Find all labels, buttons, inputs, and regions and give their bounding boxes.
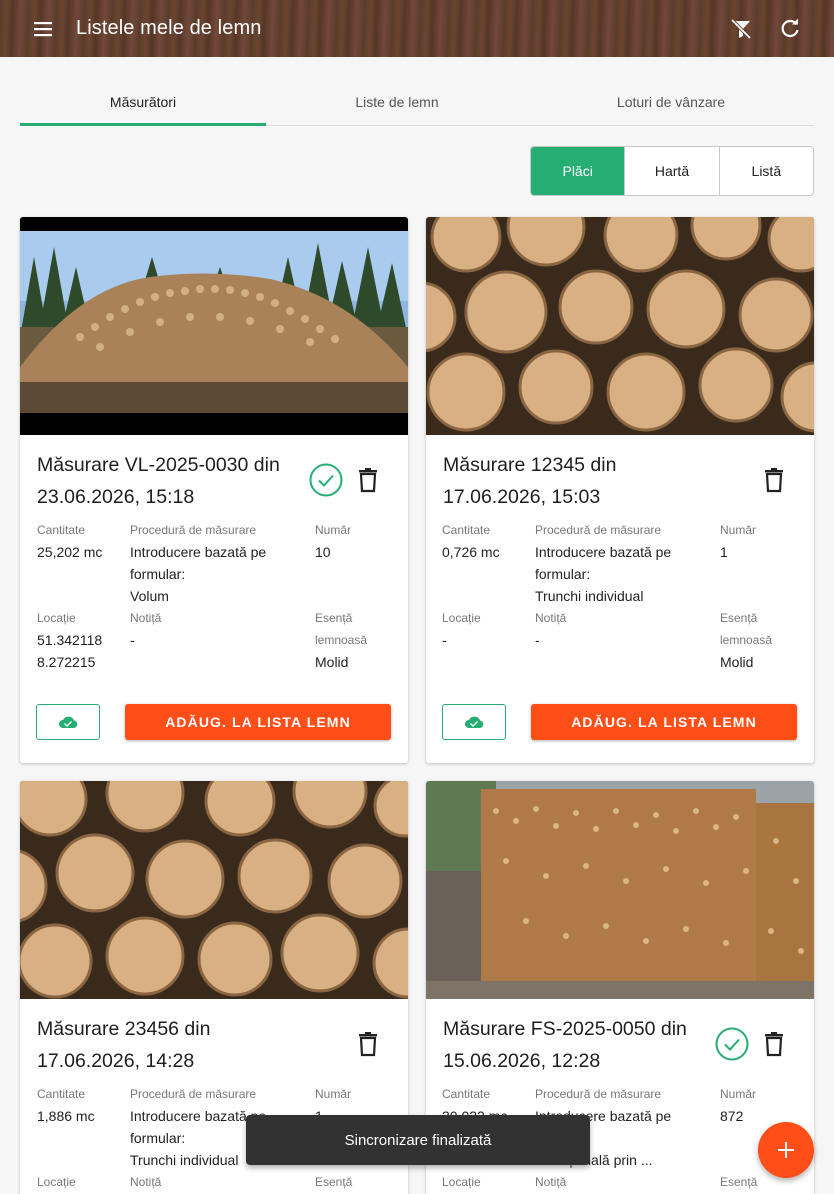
- measurement-title: Măsurare 23456 din 17.06.2026, 14:28: [37, 1018, 211, 1072]
- refresh-icon[interactable]: [777, 16, 803, 42]
- delete-icon[interactable]: [356, 467, 380, 493]
- procedure-value-line: formular:: [535, 566, 591, 582]
- location-label: Locație: [37, 611, 76, 625]
- quantity-value: 0,726 mc: [442, 544, 500, 560]
- quantity-label: Cantitate: [37, 1087, 86, 1101]
- cloud-done-icon: [465, 716, 484, 728]
- wood-pile-photo: [20, 217, 408, 435]
- location-value-line: 51.342118: [37, 632, 103, 648]
- add-to-wood-list-button[interactable]: ADĂUG. LA LISTA LEMN: [531, 704, 797, 740]
- quantity-label: Cantitate: [37, 523, 86, 537]
- procedure-value-line: Introducere bazată pe: [130, 544, 267, 560]
- quantity-label: Cantitate: [442, 523, 491, 537]
- note-label: Notiță: [130, 1175, 162, 1189]
- note-label: Notiță: [535, 611, 567, 625]
- location-label: Locație: [442, 1175, 481, 1189]
- synced-check-icon: [715, 1027, 749, 1061]
- delete-icon[interactable]: [356, 1031, 380, 1057]
- species-label: lemnoasă: [315, 633, 368, 647]
- tab-bar: Măsurători Liste de lemn Loturi de vânza…: [20, 78, 814, 126]
- note-label: Notiță: [130, 611, 162, 625]
- add-measurement-button[interactable]: [758, 1122, 814, 1178]
- quantity-label: Cantitate: [442, 1087, 491, 1101]
- procedure-value-line: formular:: [130, 1130, 186, 1146]
- location-label: Locație: [442, 611, 481, 625]
- view-list-button[interactable]: Listă: [718, 147, 813, 195]
- logs-closeup-photo: [20, 781, 408, 999]
- species-value: Molid: [315, 654, 349, 670]
- number-value: 1: [720, 544, 728, 560]
- tab-sales-lots[interactable]: Loturi de vânzare: [528, 78, 814, 125]
- location-label: Locație: [37, 1175, 76, 1189]
- location-value-line: -: [442, 632, 447, 648]
- snackbar: Sincronizare finalizată: [246, 1115, 590, 1165]
- measurement-title: Măsurare 12345 din 17.06.2026, 15:03: [443, 454, 617, 508]
- procedure-label: Procedură de măsurare: [535, 1087, 662, 1101]
- number-label: Număr: [315, 1087, 352, 1101]
- menu-icon[interactable]: [32, 18, 56, 40]
- filter-off-icon[interactable]: [728, 16, 754, 42]
- species-label: Esență: [315, 1175, 353, 1189]
- tab-wood-lists[interactable]: Liste de lemn: [266, 78, 528, 125]
- logs-closeup-photo: [426, 217, 814, 435]
- species-label: Esență: [720, 1175, 758, 1189]
- measurement-card[interactable]: Măsurare 12345 din 17.06.2026, 15:03 Can…: [426, 217, 814, 763]
- view-toggle: Plăci Hartă Listă: [530, 146, 814, 196]
- delete-icon[interactable]: [762, 467, 786, 493]
- number-label: Număr: [720, 1087, 757, 1101]
- note-value: -: [130, 632, 135, 648]
- measurement-card[interactable]: Măsurare VL-2025-0030 din 23.06.2026, 15…: [20, 217, 408, 763]
- number-value: 872: [720, 1108, 744, 1124]
- wood-stack-photo: [426, 781, 814, 999]
- view-map-button[interactable]: Hartă: [624, 147, 718, 195]
- delete-icon[interactable]: [762, 1031, 786, 1057]
- add-to-wood-list-button[interactable]: ADĂUG. LA LISTA LEMN: [125, 704, 391, 740]
- number-label: Număr: [315, 523, 352, 537]
- note-label: Notiță: [535, 1175, 567, 1189]
- quantity-value: 25,202 mc: [37, 544, 103, 560]
- quantity-value: 1,886 mc: [37, 1108, 95, 1124]
- view-tiles-button[interactable]: Plăci: [531, 147, 625, 195]
- measurement-title: Măsurare FS-2025-0050 din 15.06.2026, 12…: [443, 1018, 687, 1072]
- procedure-value-line: formular:: [130, 566, 186, 582]
- location-value-line: 8.272215: [37, 654, 96, 670]
- procedure-value-line: Trunchi individual: [130, 1152, 239, 1168]
- tab-measurements[interactable]: Măsurători: [20, 78, 266, 126]
- app-title: Listele mele de lemn: [76, 17, 262, 39]
- note-value: -: [535, 632, 540, 648]
- synced-check-icon: [309, 463, 343, 497]
- procedure-label: Procedură de măsurare: [130, 1087, 257, 1101]
- procedure-value-line: Introducere bazată pe: [535, 544, 672, 560]
- plus-icon: [778, 1142, 794, 1158]
- number-value: 10: [315, 544, 331, 560]
- cloud-done-icon: [59, 716, 78, 728]
- procedure-label: Procedură de măsurare: [535, 523, 662, 537]
- measurement-title: Măsurare VL-2025-0030 din 23.06.2026, 15…: [37, 454, 280, 508]
- procedure-label: Procedură de măsurare: [130, 523, 257, 537]
- app-bar: Listele mele de lemn: [0, 0, 834, 57]
- procedure-value-line: Trunchi individual: [535, 588, 644, 604]
- procedure-value-line: Volum: [130, 588, 169, 604]
- species-value: Molid: [720, 654, 754, 670]
- species-label: Esență: [720, 611, 758, 625]
- number-label: Număr: [720, 523, 757, 537]
- cloud-sync-button[interactable]: [36, 704, 100, 740]
- species-label: Esență: [315, 611, 353, 625]
- species-label: lemnoasă: [720, 633, 773, 647]
- cloud-sync-button[interactable]: [442, 704, 506, 740]
